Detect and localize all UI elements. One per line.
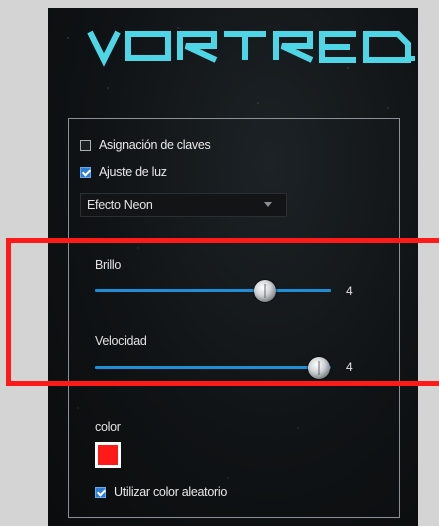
random-color-option[interactable]: Utilizar color aleatorio: [95, 484, 227, 500]
random-color-label: Utilizar color aleatorio: [114, 485, 227, 499]
color-swatch[interactable]: [95, 442, 121, 468]
annotation-highlight-box: [6, 238, 439, 386]
vortred-logo: VORTRED: [0, 24, 415, 68]
random-color-checkbox[interactable]: [95, 486, 106, 498]
chevron-down-icon[interactable]: [264, 202, 272, 207]
effect-dropdown[interactable]: Efecto Neon: [80, 193, 287, 217]
light-setting-option[interactable]: Ajuste de luz: [80, 164, 167, 180]
key-assignment-label: Asignación de claves: [99, 138, 211, 152]
logo-wordmark: [87, 30, 415, 67]
key-assignment-checkbox[interactable]: [80, 139, 91, 151]
light-setting-label: Ajuste de luz: [99, 165, 167, 179]
color-swatch-fill[interactable]: [98, 445, 118, 465]
color-label: color: [95, 420, 121, 434]
key-assignment-option[interactable]: Asignación de claves: [80, 137, 211, 153]
light-setting-checkbox[interactable]: [80, 166, 91, 178]
effect-dropdown-value: Efecto Neon: [87, 198, 153, 212]
